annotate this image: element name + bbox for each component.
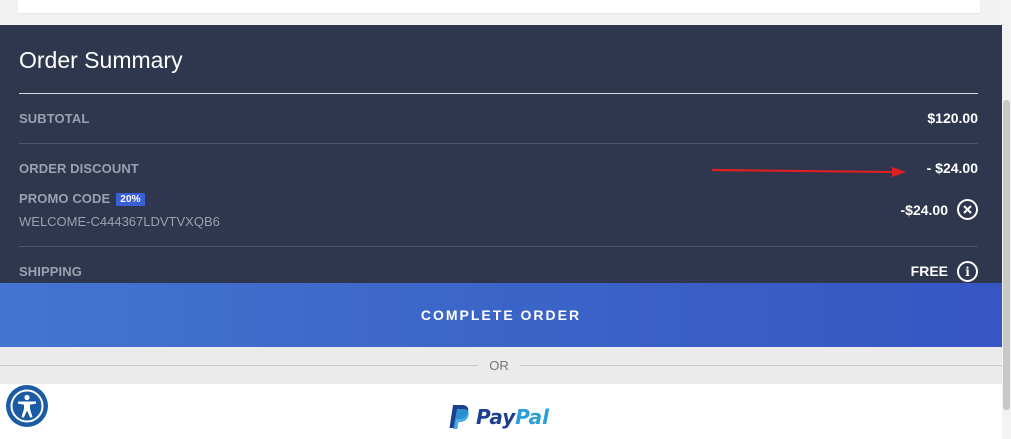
remove-promo-x-icon — [963, 205, 972, 214]
or-separator: OR — [0, 350, 1002, 380]
paypal-logo: PayPal — [448, 404, 549, 430]
accessibility-person-icon — [10, 389, 44, 423]
scrollbar-thumb[interactable] — [1003, 100, 1010, 410]
title-divider — [19, 93, 978, 94]
previous-section-card — [0, 0, 1002, 25]
order-discount-label: ORDER DISCOUNT — [19, 161, 139, 176]
shipping-label: SHIPPING — [19, 264, 82, 279]
close-circle-icon[interactable] — [957, 199, 978, 220]
paypal-wordmark: PayPal — [476, 405, 549, 429]
shipping-value: FREE — [910, 263, 948, 279]
annotation-arrow — [711, 167, 906, 177]
paypal-checkout-button[interactable]: PayPal — [0, 384, 1002, 439]
paypal-word-pal: Pal — [515, 405, 550, 429]
subtotal-divider — [19, 143, 978, 144]
promo-code-value: WELCOME-C444367LDVTVXQB6 — [19, 214, 220, 229]
order-discount-value: - $24.00 — [926, 160, 978, 176]
or-label: OR — [489, 358, 509, 373]
promo-discount-value: -$24.00 — [900, 202, 948, 218]
paypal-p-icon — [449, 405, 469, 429]
or-line-left — [0, 365, 478, 366]
subtotal-value: $120.00 — [927, 110, 978, 126]
previous-section-card-inner — [18, 0, 980, 13]
promo-divider — [19, 246, 978, 247]
info-glyph: i — [965, 264, 970, 279]
promo-code-label: PROMO CODE 20% — [19, 191, 145, 206]
complete-order-button[interactable]: COMPLETE ORDER — [0, 283, 1002, 347]
order-summary-title: Order Summary — [19, 47, 183, 73]
paypal-word-pay: Pay — [476, 405, 516, 429]
accessibility-button[interactable] — [6, 385, 48, 427]
subtotal-label: SUBTOTAL — [19, 111, 90, 126]
or-line-right — [520, 365, 1002, 366]
promo-percent-badge: 20% — [116, 193, 145, 206]
info-circle-icon[interactable]: i — [957, 261, 978, 282]
promo-code-label-text: PROMO CODE — [19, 191, 111, 206]
order-summary-panel: Order Summary SUBTOTAL $120.00 ORDER DIS… — [0, 25, 1002, 283]
